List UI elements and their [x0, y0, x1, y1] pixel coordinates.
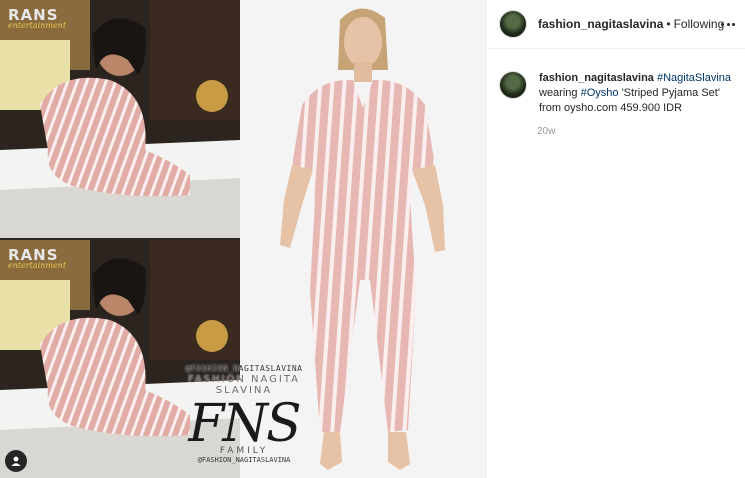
caption-text-part: wearing: [539, 87, 578, 99]
caption: fashion_nagitaslavina #NagitaSlavina wea…: [487, 49, 745, 116]
rans-logo-subtext: entertainment: [8, 21, 67, 30]
watermark-monogram: FNS: [188, 394, 301, 454]
caption-text: fashion_nagitaslavina #NagitaSlavina wea…: [539, 71, 735, 116]
post-header: fashion_nagitaslavina • Following: [487, 0, 745, 49]
post-timestamp[interactable]: 20w: [537, 126, 745, 137]
header-username-link[interactable]: fashion_nagitaslavina: [538, 17, 663, 31]
more-options-icon[interactable]: [721, 17, 735, 31]
video-still-top: RANS entertainment: [0, 0, 240, 238]
watermark-handle-bottom: @FASHION_NAGITASLAVINA: [197, 456, 291, 464]
fns-watermark: @FASHION_NAGITASLAVINA FASHION NAGITA SL…: [174, 364, 314, 478]
watermark-brand: FASHION NAGITA SLAVINA: [187, 374, 301, 396]
rans-logo-subtext: entertainment: [8, 261, 67, 270]
following-button[interactable]: Following: [674, 17, 725, 31]
tagged-users-button[interactable]: [5, 450, 27, 472]
caption-username-link[interactable]: fashion_nagitaslavina: [539, 72, 654, 84]
rans-logo: RANS entertainment: [8, 246, 80, 274]
rans-logo: RANS entertainment: [8, 6, 80, 34]
hashtag-link[interactable]: #Oysho: [581, 87, 619, 99]
avatar[interactable]: [499, 71, 527, 99]
post-image[interactable]: RANS entertainment RANS entertainment @F…: [0, 0, 486, 478]
header-separator: •: [666, 17, 671, 31]
user-icon: [11, 456, 21, 466]
avatar[interactable]: [499, 10, 527, 38]
post-sidebar: fashion_nagitaslavina • Following fashio…: [486, 0, 745, 478]
hashtag-link[interactable]: #NagitaSlavina: [657, 72, 731, 84]
watermark-handle: @FASHION_NAGITASLAVINA: [185, 364, 303, 373]
